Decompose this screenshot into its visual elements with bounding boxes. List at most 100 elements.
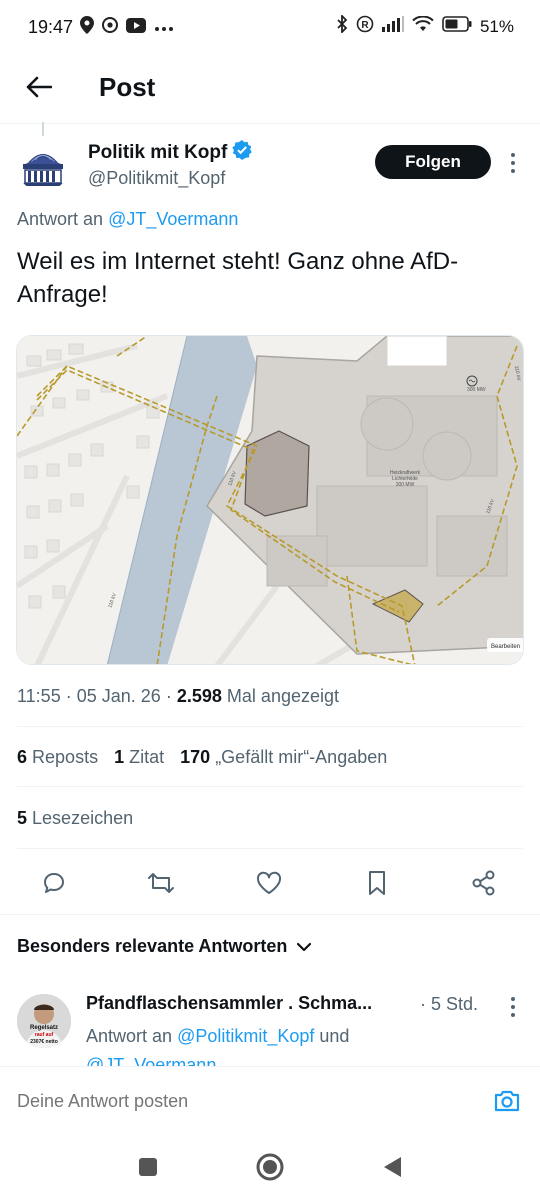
reply-avatar-text-3: 2307€ netto [30, 1039, 58, 1045]
home-button[interactable] [255, 1152, 285, 1182]
status-left-icons [80, 16, 174, 39]
likes-count: 170 [180, 747, 211, 767]
quotes-stat[interactable]: 1 Zitat [114, 747, 164, 768]
home-circle-icon [256, 1153, 284, 1181]
triangle-back-icon [384, 1157, 401, 1177]
more-dot-icon [511, 997, 515, 1001]
reply-button[interactable] [37, 866, 71, 900]
views-count: 2.598 [176, 686, 222, 706]
map-edit-label: Bearbeiten [491, 644, 520, 650]
replies-sort-dropdown[interactable]: Besonders relevante Antworten [17, 936, 312, 957]
reply-prefix: Antwort an [17, 209, 104, 229]
reply-conjunction: und [319, 1026, 350, 1046]
post-actions-bar [0, 862, 540, 902]
author-handle[interactable]: @Politikmit_Kopf [88, 168, 225, 189]
reposts-label: Reposts [32, 747, 99, 767]
more-dots-icon [154, 19, 174, 37]
like-icon [256, 871, 282, 894]
sort-label: Besonders relevante Antworten [17, 936, 288, 956]
post-meta: 11:55 · 05 Jan. 26 · 2.598 Mal angezeigt [17, 686, 339, 707]
reply-icon [44, 873, 64, 893]
header-divider [0, 123, 540, 124]
post-stats: 6 Reposts 1 Zitat 170 „Gefällt mir“-Anga… [17, 747, 387, 768]
post-date: 05 Jan. 26 [76, 686, 161, 706]
more-options-button[interactable] [504, 149, 522, 177]
wifi-icon [412, 15, 434, 37]
battery-icon [442, 16, 472, 37]
bookmark-button[interactable] [360, 866, 394, 900]
square-icon [139, 1158, 157, 1176]
views-label[interactable]: Mal angezeigt [227, 686, 339, 706]
like-button[interactable] [252, 866, 286, 900]
youtube-icon [126, 17, 146, 38]
registered-icon: R [356, 15, 374, 38]
divider [17, 848, 523, 849]
likes-stat[interactable]: 170 „Gefällt mir“-Angaben [180, 747, 387, 768]
verified-badge-icon [232, 140, 253, 166]
reply-author-name[interactable]: Pfandflaschensammler . Schma... [86, 993, 422, 1014]
reply-time-value: 5 Std. [431, 994, 479, 1014]
reposts-count: 6 [17, 747, 28, 767]
bookmark-icon [369, 871, 385, 895]
more-dot-icon [511, 1013, 515, 1017]
reply-input[interactable] [17, 1091, 457, 1112]
post-time: 11:55 [17, 686, 61, 706]
status-right-icons: R 51% [336, 13, 514, 38]
post-image-map[interactable]: 300 MW Heizkraftwerk Lichterfelde 300 MW… [16, 335, 524, 665]
quotes-count: 1 [114, 747, 125, 767]
page-title: Post [99, 72, 156, 102]
status-time: 19:47 [28, 17, 74, 37]
top-app-bar: Post [0, 58, 540, 120]
chevron-down-icon [297, 936, 312, 957]
more-dot-icon [511, 161, 515, 165]
signal-icon [381, 16, 404, 37]
repost-button[interactable] [144, 866, 178, 900]
system-nav-bar [0, 1132, 540, 1200]
reposts-stat[interactable]: 6 Reposts [17, 747, 98, 768]
divider [17, 726, 523, 727]
reply-avatar[interactable]: Regelsatz rauf auf 2307€ netto [17, 994, 71, 1048]
author-name[interactable]: Politik mit Kopf [88, 140, 253, 166]
reply-replying-to: Antwort an @Politikmit_Kopf und @JT_Voer… [86, 1022, 466, 1068]
back-nav-button[interactable] [377, 1152, 407, 1182]
reply-more-options-button[interactable] [504, 994, 522, 1020]
map-illustration: 300 MW Heizkraftwerk Lichterfelde 300 MW… [17, 336, 523, 664]
thread-connector-line [42, 122, 44, 136]
share-button[interactable] [467, 866, 501, 900]
reply-avatar-text-1: Regelsatz [30, 1025, 58, 1031]
reply-mention-link[interactable]: @Politikmit_Kopf [177, 1026, 314, 1046]
likes-label: „Gefällt mir“-Angaben [215, 747, 388, 767]
reply-compose-bar [0, 1066, 540, 1132]
share-icon [472, 870, 495, 896]
camera-button[interactable] [491, 1085, 523, 1117]
battery-percent: 51% [479, 16, 514, 36]
reply-avatar-image: Regelsatz rauf auf 2307€ netto [17, 994, 71, 1048]
map-plant-label-line3: 300 MW [396, 482, 415, 488]
follow-button[interactable]: Folgen [375, 145, 491, 179]
quotes-label: Zitat [129, 747, 165, 767]
recents-button[interactable] [133, 1152, 163, 1182]
camera-icon [494, 1090, 520, 1112]
back-button[interactable] [22, 72, 56, 106]
author-avatar[interactable] [17, 140, 69, 192]
meta-separator: · [420, 994, 426, 1014]
more-dot-icon [511, 169, 515, 173]
svg-text:R: R [361, 20, 369, 31]
bluetooth-icon [336, 13, 348, 38]
post-text: Weil es im Internet steht! Ganz ohne AfD… [17, 248, 459, 308]
arrow-left-icon [26, 76, 53, 103]
meta-separator: · [165, 686, 172, 706]
divider [0, 914, 540, 915]
reply-time: · 5 Std. [420, 994, 478, 1015]
building-logo-icon [17, 140, 69, 192]
bookmarks-stat[interactable]: 5 Lesezeichen [17, 808, 133, 829]
bookmarks-label: Lesezeichen [32, 808, 134, 828]
status-bar: 19:47 R 51% [0, 0, 540, 58]
location-icon [80, 16, 94, 39]
reply-mention-link[interactable]: @JT_Voermann [108, 209, 238, 229]
reply-avatar-text-2: rauf auf [35, 1032, 54, 1038]
meta-separator: · [65, 686, 72, 706]
more-dot-icon [511, 153, 515, 157]
author-name-text: Politik mit Kopf [88, 142, 228, 163]
map-power-label: 300 MW [467, 387, 486, 393]
